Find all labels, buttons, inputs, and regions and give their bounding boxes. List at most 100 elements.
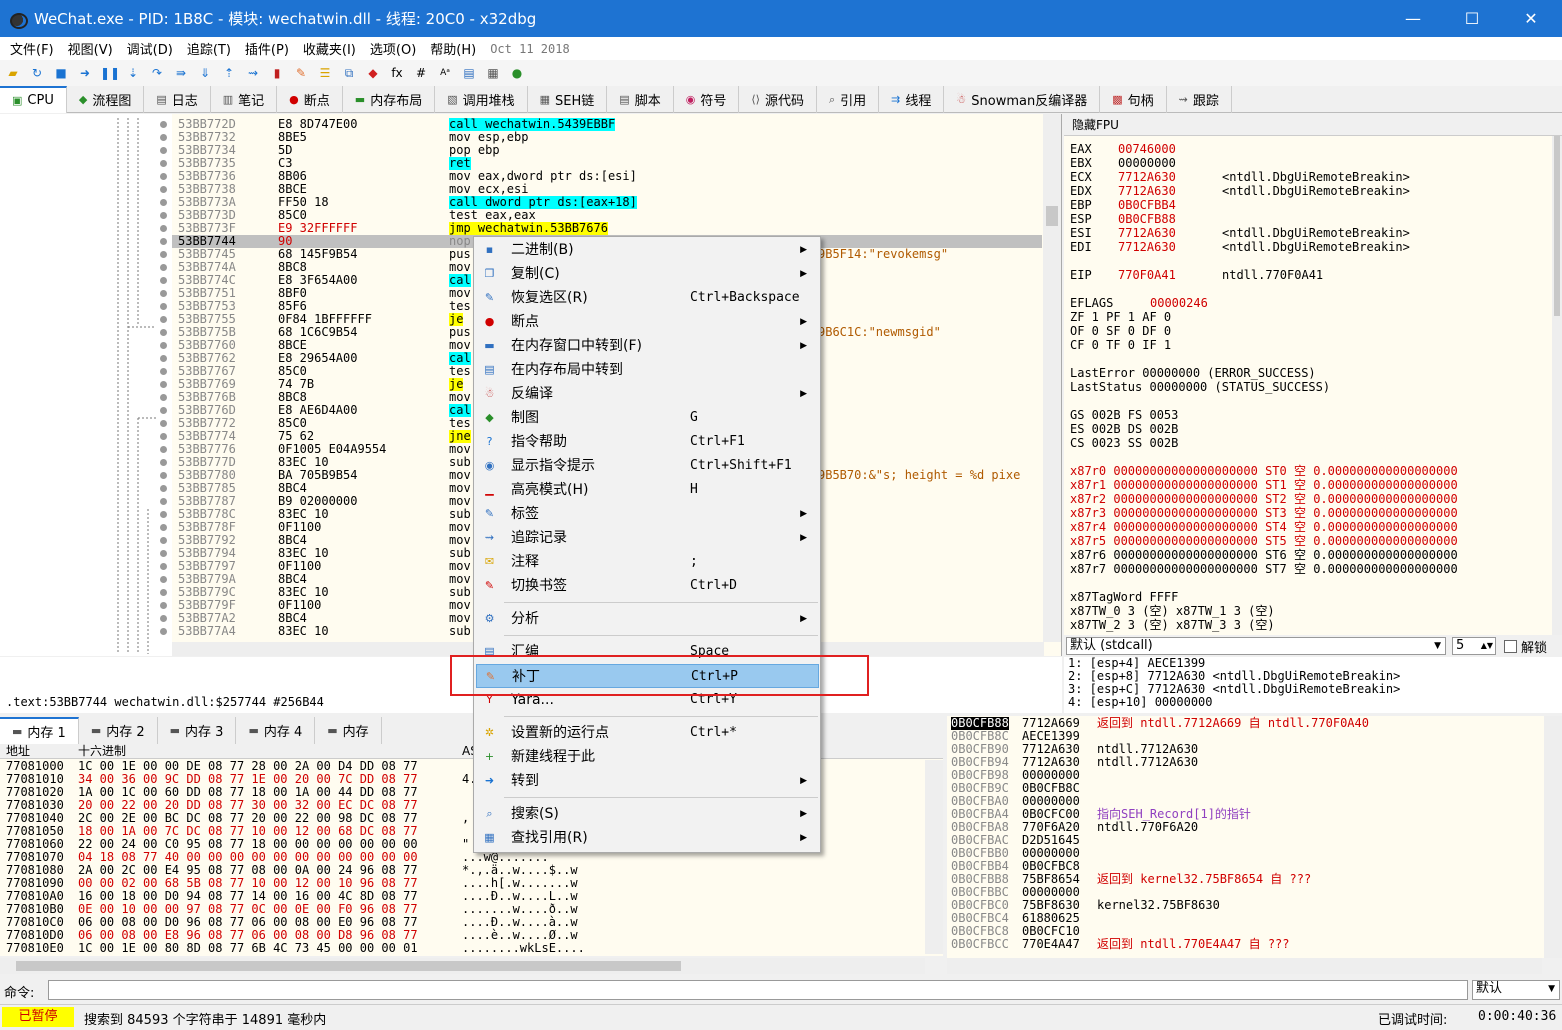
tab-3[interactable]: ▥ 笔记 xyxy=(211,86,278,113)
breakpoint-dot[interactable] xyxy=(160,225,167,232)
patch-toolbar-icon[interactable]: ✎ xyxy=(292,64,310,82)
hide-fpu-toggle[interactable]: 隐藏FPU xyxy=(1064,114,1562,136)
ctx-item-help[interactable]: ? 指令帮助 Ctrl+F1 xyxy=(476,430,819,454)
breakpoint-dot[interactable] xyxy=(160,264,167,271)
x87-register-line[interactable]: x87r2 00000000000000000000 ST2 空 0.00000… xyxy=(1070,492,1458,506)
breakpoint-dot[interactable] xyxy=(160,563,167,570)
globe-icon[interactable]: ● xyxy=(508,64,526,82)
breakpoint-dot[interactable] xyxy=(160,355,167,362)
step-over-icon[interactable]: ↷ xyxy=(148,64,166,82)
x87-register-line[interactable]: x87r7 00000000000000000000 ST7 空 0.00000… xyxy=(1070,562,1458,576)
breakpoint-dot[interactable] xyxy=(160,459,167,466)
segment-line[interactable]: GS 002B FS 0053 xyxy=(1070,408,1178,422)
x87-tag-line[interactable]: x87TagWord FFFF xyxy=(1070,590,1178,604)
tab-12[interactable]: ⇉ 线程 xyxy=(879,86,945,113)
register-eflags[interactable]: EFLAGS 00000246 xyxy=(1070,296,1208,310)
flags-line[interactable]: CF 0 TF 0 IF 1 xyxy=(1070,338,1171,352)
breakpoint-dot[interactable] xyxy=(160,407,167,414)
breakpoint-dot[interactable] xyxy=(160,368,167,375)
ctx-item-hint[interactable]: ◉ 显示指令提示 Ctrl+Shift+F1 xyxy=(476,454,819,478)
run-to-user-code-icon[interactable]: ⇝ xyxy=(244,64,262,82)
ctx-item-copy[interactable]: ❐ 复制(C) ▶ xyxy=(476,262,819,286)
hash-icon[interactable]: # xyxy=(412,64,430,82)
run-icon[interactable]: ➜ xyxy=(76,64,94,82)
breakpoint-dot[interactable] xyxy=(160,316,167,323)
ctx-item-label[interactable]: ✎ 标签 ▶ xyxy=(476,502,819,526)
breakpoint-dot[interactable] xyxy=(160,381,167,388)
ctx-item-find-ref[interactable]: ▦ 查找引用(R) ▶ xyxy=(476,826,819,850)
strings-icon[interactable]: ▤ xyxy=(460,64,478,82)
registers-scrollbar[interactable] xyxy=(1552,136,1562,635)
tab-9[interactable]: ◉ 符号 xyxy=(674,86,740,113)
ctx-item-decompile[interactable]: ☃ 反编译 ▶ xyxy=(476,382,819,406)
close-button[interactable]: ✕ xyxy=(1502,0,1560,37)
font-icon[interactable]: Aᵃ xyxy=(436,64,454,82)
register-esi[interactable]: ESI 7712A630 <ntdll.DbgUiRemoteBreakin> xyxy=(1070,226,1410,240)
ctx-item-breakpoint[interactable]: ● 断点 ▶ xyxy=(476,310,819,334)
restart-icon[interactable]: ↻ xyxy=(28,64,46,82)
unlock-checkbox[interactable] xyxy=(1504,639,1517,653)
ctx-item-comment[interactable]: ✉ 注释; xyxy=(476,550,819,574)
x87-register-line[interactable]: x87r6 00000000000000000000 ST6 空 0.00000… xyxy=(1070,548,1458,562)
register-esp[interactable]: ESP 0B0CFB88 xyxy=(1070,212,1222,226)
stack-row[interactable]: 0B0CFBCC 770E4A47 返回到 ntdll.770E4A47 自 ??? xyxy=(947,938,1547,951)
register-ecx[interactable]: ECX 7712A630 <ntdll.DbgUiRemoteBreakin> xyxy=(1070,170,1410,184)
x87-register-line[interactable]: x87r5 00000000000000000000 ST5 空 0.00000… xyxy=(1070,534,1458,548)
stack-horizontal-scrollbar[interactable] xyxy=(947,958,1542,974)
x87-tag-line[interactable]: x87TW_0 3 (空) x87TW_1 3 (空) xyxy=(1070,604,1275,618)
argument-line[interactable]: 4: [esp+10] 00000000 xyxy=(1064,696,1562,709)
breakpoint-dot[interactable] xyxy=(160,160,167,167)
breakpoint-dot[interactable] xyxy=(160,628,167,635)
x87-register-line[interactable]: x87r3 00000000000000000000 ST3 空 0.00000… xyxy=(1070,506,1458,520)
x87-register-line[interactable]: x87r4 00000000000000000000 ST4 空 0.00000… xyxy=(1070,520,1458,534)
disasm-row[interactable]: 53BB7732 8BE5 mov esp,ebp xyxy=(172,131,1042,144)
ctx-item-bookmark[interactable]: ✎ 切换书签 Ctrl+D xyxy=(476,574,819,598)
breakpoint-dot[interactable] xyxy=(160,589,167,596)
tab-7[interactable]: ▦ SEH链 xyxy=(528,86,608,113)
breakpoint-dot[interactable] xyxy=(160,615,167,622)
menu-0[interactable]: 文件(F) xyxy=(10,39,54,58)
trace-into-icon[interactable]: ⇛ xyxy=(172,64,190,82)
registers-view[interactable]: 隐藏FPU EAX 00746000 EBX 00000000 ECX 7712A630 <… xyxy=(1064,114,1562,635)
dump-tab-3[interactable]: ▬ 内存 4 xyxy=(236,717,316,744)
breakpoint-dot[interactable] xyxy=(160,173,167,180)
call-convention-select[interactable]: 默认 (stdcall) ▼ xyxy=(1066,637,1446,655)
ctx-item-analyze[interactable]: ⚙ 分析 ▶ xyxy=(476,607,819,631)
x87-register-line[interactable]: x87r0 00000000000000000000 ST0 空 0.00000… xyxy=(1070,464,1458,478)
breakpoint-dot[interactable] xyxy=(160,121,167,128)
breakpoint-dot[interactable] xyxy=(160,134,167,141)
last-error-line[interactable]: LastStatus 00000000 (STATUS_SUCCESS) xyxy=(1070,380,1330,394)
ctx-item-memory-goto[interactable]: ▬ 在内存窗口中转到(F) ▶ xyxy=(476,334,819,358)
breakpoint-dot[interactable] xyxy=(160,329,167,336)
ctx-item-highlight[interactable]: ▁ 高亮模式(H) H xyxy=(476,478,819,502)
breakpoint-dot[interactable] xyxy=(160,602,167,609)
menu-2[interactable]: 调试(D) xyxy=(127,39,173,58)
register-edx[interactable]: EDX 7712A630 <ntdll.DbgUiRemoteBreakin> xyxy=(1070,184,1410,198)
register-ebx[interactable]: EBX 00000000 xyxy=(1070,156,1222,170)
menu-7[interactable]: 帮助(H) xyxy=(430,39,476,58)
pause-icon[interactable]: ❚❚ xyxy=(100,64,120,82)
tab-14[interactable]: ▩ 句柄 xyxy=(1100,86,1167,113)
command-input[interactable] xyxy=(48,980,1468,1000)
tab-10[interactable]: ⟨⟩ 源代码 xyxy=(739,86,817,113)
execute-till-return-icon[interactable]: ⇡ xyxy=(220,64,238,82)
breakpoint-dot[interactable] xyxy=(160,277,167,284)
bookmarks-icon[interactable]: ◆ xyxy=(364,64,382,82)
register-edi[interactable]: EDI 7712A630 <ntdll.DbgUiRemoteBreakin> xyxy=(1070,240,1410,254)
breakpoint-dot[interactable] xyxy=(160,290,167,297)
ctx-item-new-thread[interactable]: + 新建线程于此 xyxy=(476,745,819,769)
tab-8[interactable]: ▤ 脚本 xyxy=(607,86,674,113)
tab-1[interactable]: ◆ 流程图 xyxy=(67,86,145,113)
tab-6[interactable]: ▧ 调用堆栈 xyxy=(435,86,528,113)
dump-tab-1[interactable]: ▬ 内存 2 xyxy=(79,717,158,744)
arguments-view[interactable]: 1: [esp+4] AECE1399 2: [esp+8] 7712A630 <… xyxy=(1064,657,1562,713)
disasm-vertical-scrollbar[interactable] xyxy=(1043,114,1061,642)
breakpoint-dot[interactable] xyxy=(160,485,167,492)
minimize-button[interactable]: — xyxy=(1384,0,1442,37)
flags-line[interactable]: OF 0 SF 0 DF 0 xyxy=(1070,324,1171,338)
ctx-item-graph[interactable]: ◆ 制图 G xyxy=(476,406,819,430)
breakpoint-dot[interactable] xyxy=(160,550,167,557)
trace-over-icon[interactable]: ⇓ xyxy=(196,64,214,82)
ctx-item-search[interactable]: ⌕ 搜索(S) ▶ xyxy=(476,802,819,826)
disasm-row[interactable]: 53BB773F E9 32FFFFFF jmp wechatwin.53BB767… xyxy=(172,222,1042,235)
